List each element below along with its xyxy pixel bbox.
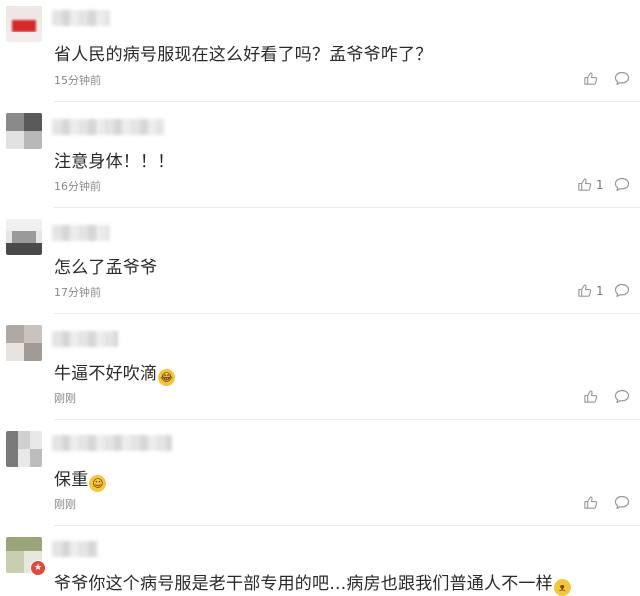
avatar[interactable]	[6, 113, 42, 149]
avatar[interactable]	[6, 219, 42, 255]
cat-face-emoji: ᴥ	[553, 579, 571, 596]
username[interactable]	[52, 435, 172, 451]
comment-text-content: 牛逼不好吹滴	[54, 364, 158, 384]
like-button[interactable]: 1	[577, 177, 604, 192]
divider	[54, 101, 640, 102]
verified-badge: ★	[30, 560, 46, 576]
like-button[interactable]: 1	[577, 283, 604, 298]
comment-text: 注意身体！！！	[54, 152, 175, 172]
reply-button[interactable]	[614, 177, 630, 192]
username[interactable]	[52, 119, 164, 135]
divider	[54, 207, 640, 208]
comment-time: 15分钟前	[54, 74, 101, 87]
speech-bubble-icon	[614, 495, 630, 510]
comment-time: 17分钟前	[54, 286, 101, 299]
laugh-cry-emoji: 😂	[158, 369, 176, 386]
thumbs-up-icon	[577, 177, 592, 192]
comment-time: 刚刚	[54, 392, 76, 405]
avatar[interactable]	[6, 6, 42, 42]
speech-bubble-icon	[614, 71, 630, 86]
comment-time: 刚刚	[54, 498, 76, 511]
username[interactable]	[52, 541, 98, 557]
comment-text: 牛逼不好吹滴 😂	[54, 359, 176, 386]
comment-text: 省人民的病号服现在这么好看了吗？孟爷爷咋了？	[54, 45, 433, 65]
avatar[interactable]	[6, 431, 42, 467]
reply-button[interactable]	[614, 389, 630, 404]
thumbs-up-icon	[583, 495, 598, 510]
like-button[interactable]	[583, 495, 602, 510]
username[interactable]	[52, 10, 110, 26]
reply-button[interactable]	[614, 71, 630, 86]
comment-text: 保重 ☺	[54, 465, 107, 492]
speech-bubble-icon	[614, 177, 630, 192]
like-button[interactable]	[583, 389, 602, 404]
divider	[54, 313, 640, 314]
avatar[interactable]	[6, 325, 42, 361]
username[interactable]	[52, 331, 118, 347]
comment-text-content: 保重	[54, 470, 89, 490]
reply-button[interactable]	[614, 495, 630, 510]
speech-bubble-icon	[614, 283, 630, 298]
divider	[54, 419, 640, 420]
comment-text: 爷爷你这个病号服是老干部专用的吧…病房也跟我们普通人不一样 ᴥ	[54, 569, 571, 596]
username[interactable]	[52, 225, 110, 241]
thumbs-up-icon	[583, 71, 598, 86]
comment-text: 怎么了孟爷爷	[54, 258, 158, 278]
like-count: 1	[596, 177, 604, 192]
reply-button[interactable]	[614, 283, 630, 298]
thumbs-up-icon	[583, 389, 598, 404]
speech-bubble-icon	[614, 389, 630, 404]
divider	[54, 525, 640, 526]
like-count: 1	[596, 283, 604, 298]
like-button[interactable]	[583, 71, 602, 86]
thumbs-up-icon	[577, 283, 592, 298]
comment-time: 16分钟前	[54, 180, 101, 193]
smile-emoji: ☺	[89, 475, 107, 492]
comment-text-content: 爷爷你这个病号服是老干部专用的吧…病房也跟我们普通人不一样	[54, 574, 553, 594]
